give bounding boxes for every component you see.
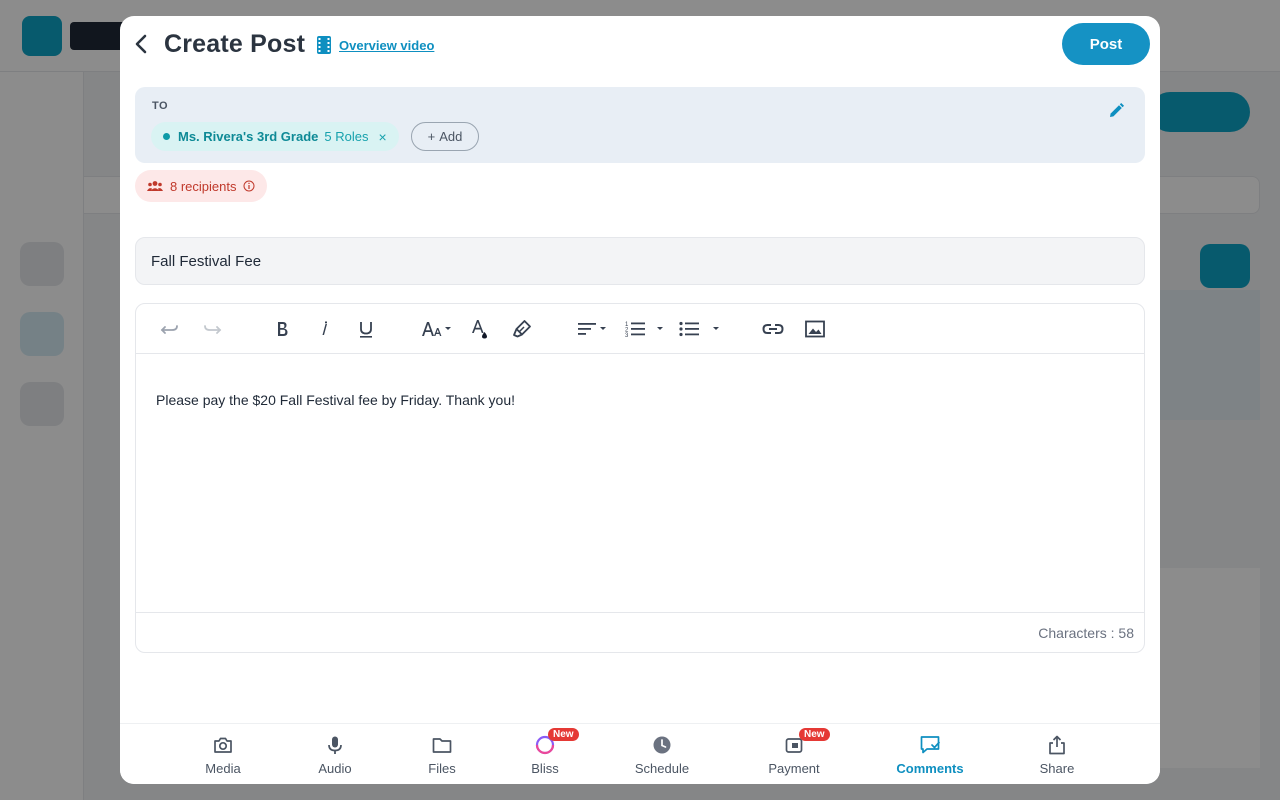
- create-post-modal: Create Post Overview video Post TO Ms. R…: [120, 16, 1160, 784]
- recipient-chip-roles[interactable]: 5 Roles: [324, 129, 368, 144]
- align-icon: [578, 323, 606, 335]
- recipients-count: 8 recipients: [170, 178, 237, 194]
- text-color-icon: [472, 320, 487, 339]
- bullet-list-button[interactable]: [678, 317, 720, 341]
- align-button[interactable]: [576, 317, 612, 341]
- link-button[interactable]: [760, 317, 786, 341]
- font-size-button[interactable]: [420, 317, 456, 341]
- comments-option[interactable]: Comments: [885, 734, 975, 776]
- plus-icon: +: [427, 129, 436, 144]
- edit-recipients-button[interactable]: [1107, 102, 1125, 120]
- recipient-panel: TO Ms. Rivera's 3rd Grade 5 Roles × + Ad…: [135, 87, 1145, 163]
- underline-icon: [360, 322, 372, 338]
- recipient-chip[interactable]: Ms. Rivera's 3rd Grade 5 Roles ×: [151, 122, 399, 151]
- audio-label: Audio: [318, 761, 352, 776]
- numbered-list-icon: 123: [625, 322, 663, 339]
- info-icon[interactable]: [243, 180, 255, 192]
- underline-button[interactable]: [354, 317, 378, 341]
- folder-icon: [432, 738, 452, 753]
- media-label: Media: [205, 761, 241, 776]
- overview-video-link[interactable]: Overview video: [339, 38, 434, 53]
- microphone-icon: [328, 736, 342, 754]
- redo-icon: [204, 325, 222, 334]
- schedule-option[interactable]: Schedule: [617, 734, 707, 776]
- editor-footer: Characters : 58: [136, 612, 1144, 652]
- to-label: TO: [152, 100, 169, 112]
- chevron-left-icon: [135, 34, 147, 54]
- share-option[interactable]: Share: [1012, 734, 1102, 776]
- new-badge: New: [799, 728, 830, 741]
- font-size-icon: [422, 322, 451, 336]
- editor-toolbar: 123: [136, 304, 1144, 354]
- editor-content[interactable]: Please pay the $20 Fall Festival fee by …: [156, 392, 515, 408]
- add-label: Add: [439, 129, 463, 144]
- link-icon: [762, 324, 784, 334]
- svg-text:3: 3: [625, 333, 629, 339]
- modal-header: Create Post Overview video Post: [120, 16, 1160, 76]
- numbered-list-button[interactable]: 123: [624, 317, 666, 341]
- payment-option[interactable]: New Payment: [749, 728, 839, 776]
- bold-button[interactable]: [270, 317, 294, 341]
- comments-icon: [920, 736, 940, 754]
- character-count: Characters : 58: [1038, 625, 1134, 641]
- bliss-label: Bliss: [531, 761, 559, 776]
- payment-label: Payment: [768, 761, 820, 776]
- files-label: Files: [428, 761, 456, 776]
- subject-input[interactable]: [135, 237, 1145, 285]
- recipient-chip-name: Ms. Rivera's 3rd Grade: [178, 129, 319, 144]
- files-option[interactable]: Files: [397, 734, 487, 776]
- bullet-list-icon: [679, 321, 719, 337]
- back-button[interactable]: [130, 32, 154, 56]
- audio-option[interactable]: Audio: [290, 734, 380, 776]
- image-icon: [805, 320, 825, 338]
- undo-button[interactable]: [158, 317, 182, 341]
- bold-icon: [278, 322, 288, 336]
- schedule-label: Schedule: [634, 761, 690, 776]
- film-icon: [317, 36, 331, 54]
- status-dot: [163, 133, 170, 140]
- post-button[interactable]: Post: [1062, 23, 1150, 65]
- rich-text-editor: 123 Please pay the $20 Fall Festival fee…: [135, 303, 1145, 653]
- users-icon: [147, 181, 163, 191]
- highlight-button[interactable]: [510, 317, 534, 341]
- recipients-badge[interactable]: 8 recipients: [135, 170, 268, 202]
- new-badge: New: [548, 728, 579, 741]
- page-title: Create Post: [164, 30, 306, 58]
- highlight-icon: [513, 320, 531, 338]
- undo-icon: [160, 325, 178, 334]
- bliss-option[interactable]: New Bliss: [500, 728, 590, 776]
- comments-label: Comments: [896, 761, 964, 776]
- italic-button[interactable]: [312, 317, 336, 341]
- close-icon[interactable]: ×: [378, 129, 386, 145]
- clock-icon: [653, 736, 671, 754]
- post-options-bar: Media Audio Files New Bliss Schedule New…: [120, 723, 1160, 784]
- share-label: Share: [1039, 761, 1075, 776]
- image-button[interactable]: [802, 317, 828, 341]
- media-option[interactable]: Media: [178, 734, 268, 776]
- pencil-icon: [1110, 103, 1124, 117]
- share-icon: [1049, 735, 1065, 755]
- italic-icon: [322, 321, 327, 335]
- camera-icon: [214, 737, 232, 753]
- redo-button[interactable]: [200, 317, 224, 341]
- add-recipient-button[interactable]: + Add: [411, 122, 479, 151]
- text-color-button[interactable]: [468, 317, 492, 341]
